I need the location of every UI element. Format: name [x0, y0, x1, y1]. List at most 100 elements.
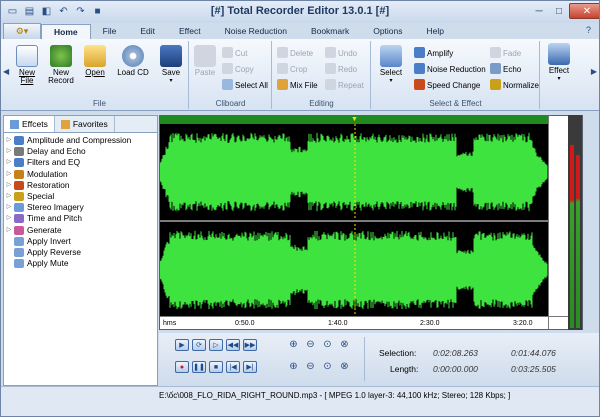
effect-button[interactable]: Effect ▾ [544, 43, 574, 83]
effect-item[interactable]: ▷ Filters and EQ [4, 157, 157, 168]
redo-button[interactable]: Redo [325, 63, 357, 75]
zoom-out-icon[interactable]: ⊖ [304, 338, 317, 351]
tab-noise-reduction[interactable]: Noise Reduction [213, 24, 299, 39]
effect-item[interactable]: ▷ Amplitude and Compression [4, 135, 157, 146]
effect-item[interactable]: Apply Reverse [4, 247, 157, 258]
delete-button[interactable]: Delete [277, 47, 313, 59]
fade-button[interactable]: Fade [490, 47, 521, 59]
effect-item[interactable]: ▷ Time and Pitch [4, 213, 157, 224]
cut-button[interactable]: Cut [222, 47, 247, 59]
open-button[interactable]: Open [81, 45, 109, 77]
save-button[interactable]: Save ▾ [157, 45, 185, 85]
group-file: New File New Record Open Load CD Save ▾ … [11, 41, 189, 109]
effect-item[interactable]: ▷ Special [4, 191, 157, 202]
waveform[interactable] [160, 124, 548, 318]
effect-item[interactable]: ▷ Restoration [4, 180, 157, 191]
loop-button[interactable]: ⟳ [192, 339, 206, 351]
crop-button[interactable]: Crop [277, 63, 307, 75]
app-menu-button[interactable]: ⚙▾ [3, 23, 41, 39]
noise-reduction-button[interactable]: Noise Reduction [414, 63, 486, 75]
rewind-button[interactable]: ◀◀ [226, 339, 240, 351]
effect-item-label: Filters and EQ [27, 157, 81, 168]
effect-item-icon [14, 247, 24, 257]
normalize-button[interactable]: Normalize [490, 79, 539, 91]
zoom-left-icon[interactable]: ⊙ [321, 360, 334, 373]
amplify-button[interactable]: Amplify [414, 47, 453, 59]
cd-icon [122, 45, 144, 67]
tab-bookmark[interactable]: Bookmark [299, 24, 361, 39]
close-button[interactable]: ✕ [569, 3, 599, 19]
effects-icon [10, 119, 19, 129]
length-label: Length: [390, 364, 419, 374]
waveform-area[interactable]: ▼ dB-1-2-4-6-10-16-90-10-6-4-2-1 hms0:50… [159, 115, 583, 330]
zoom-in-icon[interactable]: ⊕ [287, 338, 300, 351]
expand-arrow-icon[interactable]: ▷ [4, 191, 14, 202]
play-button[interactable]: ▶ [175, 339, 189, 351]
ribbon-scroll-right[interactable]: ▶ [591, 67, 597, 76]
tab-help[interactable]: Help [415, 24, 456, 39]
speed-change-button[interactable]: Speed Change [414, 79, 480, 91]
go-start-button[interactable]: |◀ [226, 361, 240, 373]
select-all-button[interactable]: Select All [222, 79, 268, 91]
selection-bar[interactable] [160, 116, 582, 124]
fade-icon [490, 47, 501, 58]
zoom-vertical-in-icon[interactable]: ⊕ [287, 360, 300, 373]
app-window: ▭ ▤ ◧ ↶ ↷ ■ [#] Total Recorder Editor 13… [0, 0, 600, 417]
level-meter [568, 115, 582, 330]
go-end-button[interactable]: ▶| [243, 361, 257, 373]
tab-favorites[interactable]: Favorites [55, 116, 115, 132]
new-file-icon [16, 45, 38, 67]
expand-arrow-icon[interactable]: ▷ [4, 169, 14, 180]
zoom-selection-icon[interactable]: ⊙ [321, 338, 334, 351]
expand-arrow-icon[interactable]: ▷ [4, 213, 14, 224]
tab-effects[interactable]: Effcets [4, 116, 55, 132]
effect-item-label: Modulation [27, 168, 68, 179]
ribbon-scroll-left[interactable]: ◀ [3, 67, 9, 76]
new-file-button[interactable]: New File [13, 45, 41, 85]
effect-item[interactable]: ▷ Generate [4, 225, 157, 236]
record-button[interactable]: ● [175, 361, 189, 373]
mix-file-button[interactable]: Mix File [277, 79, 318, 91]
pause-button[interactable]: ❚❚ [192, 361, 206, 373]
maximize-button[interactable]: □ [549, 3, 569, 19]
effect-item[interactable]: Apply Invert [4, 236, 157, 247]
help-icon[interactable]: ? [586, 25, 591, 35]
tab-effect[interactable]: Effect [167, 24, 213, 39]
zoom-full-icon[interactable]: ⊗ [338, 338, 351, 351]
tab-home[interactable]: Home [41, 24, 91, 39]
effect-item-icon [14, 225, 24, 235]
repeat-button[interactable]: Repeat [325, 79, 364, 91]
effect-item[interactable]: ▷ Stereo Imagery [4, 202, 157, 213]
time-ruler[interactable]: hms 0:50.0 1:40.0 2:30.0 3:20.0 [160, 316, 548, 329]
ruler-tick-label: 1:40.0 [328, 320, 348, 327]
minimize-button[interactable]: ─ [529, 3, 549, 19]
expand-arrow-icon[interactable]: ▷ [4, 135, 14, 146]
tab-edit[interactable]: Edit [128, 24, 167, 39]
expand-arrow-icon[interactable]: ▷ [4, 146, 14, 157]
selection-end: 0:01:44.076 [511, 348, 556, 358]
echo-button[interactable]: Echo [490, 63, 521, 75]
effect-item[interactable]: ▷ Delay and Echo [4, 146, 157, 157]
expand-arrow-icon[interactable]: ▷ [4, 180, 14, 191]
position-marker-icon[interactable]: ▼ [351, 116, 358, 124]
load-cd-button[interactable]: Load CD [115, 45, 151, 77]
expand-arrow-icon[interactable]: ▷ [4, 202, 14, 213]
tab-file[interactable]: File [91, 24, 129, 39]
stop-button[interactable]: ■ [209, 361, 223, 373]
expand-arrow-icon[interactable]: ▷ [4, 225, 14, 236]
expand-arrow-icon[interactable]: ▷ [4, 157, 14, 168]
favorites-icon [60, 119, 70, 129]
zoom-vertical-out-icon[interactable]: ⊖ [304, 360, 317, 373]
select-button[interactable]: Select ▾ [376, 45, 406, 85]
play-selection-button[interactable]: ▷ [209, 339, 223, 351]
zoom-right-icon[interactable]: ⊗ [338, 360, 351, 373]
copy-button[interactable]: Copy [222, 63, 254, 75]
effect-item[interactable]: ▷ Modulation [4, 169, 157, 180]
paste-button[interactable]: Paste [192, 45, 218, 77]
effect-item[interactable]: Apply Mute [4, 258, 157, 269]
forward-button[interactable]: ▶▶ [243, 339, 257, 351]
undo-button[interactable]: Undo [325, 47, 357, 59]
select-wave-icon [380, 45, 402, 67]
new-record-button[interactable]: New Record [45, 45, 77, 85]
tab-options[interactable]: Options [361, 24, 414, 39]
